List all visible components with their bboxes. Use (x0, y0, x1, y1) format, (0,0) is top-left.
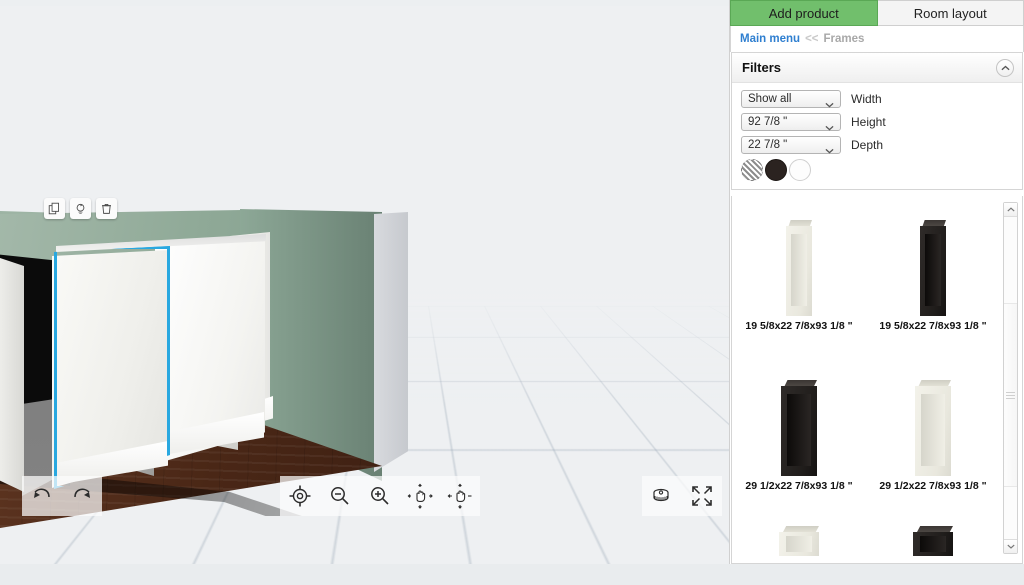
tab-add-product-label: Add product (769, 6, 839, 21)
product-label: 19 5/8x22 7/8x93 1/8 " (877, 320, 989, 333)
measure-tool-button[interactable] (642, 476, 682, 516)
width-select-value: Show all (742, 93, 791, 105)
navigation-toolbar-right (642, 476, 722, 516)
fullscreen-button[interactable] (682, 476, 722, 516)
chevron-down-icon (825, 141, 834, 159)
chevron-down-icon (825, 95, 834, 113)
hand-orbit-icon (447, 483, 473, 509)
frame-render-dark-wide (781, 380, 817, 476)
undo-arrow-icon (29, 483, 55, 509)
trash-icon (100, 202, 113, 215)
panel-tabs: Add product Room layout (730, 0, 1024, 26)
product-card-6[interactable] (866, 526, 1000, 564)
scroll-up-button[interactable] (1004, 203, 1017, 217)
width-filter-label: Width (851, 92, 882, 106)
scroll-down-button[interactable] (1004, 539, 1017, 553)
color-swatches (741, 159, 1013, 181)
height-select-value: 92 7/8 " (742, 116, 787, 128)
delete-object-button[interactable] (96, 198, 117, 219)
rotate-object-button[interactable] (70, 198, 91, 219)
recenter-view-button[interactable] (280, 476, 320, 516)
frame-render-white-short (779, 526, 819, 556)
filters-collapse-button[interactable] (996, 59, 1014, 77)
magnifier-plus-icon (367, 483, 393, 509)
wardrobe-frame-1-side (0, 256, 24, 492)
side-panel: Add product Room layout Main menu << Fra… (730, 0, 1024, 564)
chevron-up-icon (1001, 65, 1010, 71)
product-card-5[interactable] (732, 526, 866, 564)
duplicate-object-button[interactable] (44, 198, 65, 219)
filter-row-height: 92 7/8 " Height (741, 113, 1013, 131)
magnifier-minus-icon (327, 483, 353, 509)
chevron-down-icon (825, 118, 834, 136)
breadcrumb-current: Frames (824, 33, 865, 45)
product-thumbnail (913, 526, 953, 560)
filters-title: Filters (742, 60, 781, 75)
chevron-up-icon (1007, 207, 1015, 212)
product-card-1[interactable]: 19 5/8x22 7/8x93 1/8 " (732, 206, 866, 366)
white-swatch[interactable] (789, 159, 811, 181)
product-thumbnail (920, 206, 946, 316)
width-select[interactable]: Show all (741, 90, 841, 108)
product-grid-scrollbar[interactable] (1003, 202, 1018, 554)
frame-render-dark-narrow (920, 220, 946, 316)
crosshair-target-icon (287, 483, 313, 509)
product-thumbnail (781, 366, 817, 476)
depth-select[interactable]: 22 7/8 " (741, 136, 841, 154)
scrollbar-track[interactable] (1004, 217, 1017, 539)
dark-brown-swatch[interactable] (765, 159, 787, 181)
product-thumbnail (779, 526, 819, 560)
orbit-tool-button[interactable] (440, 476, 480, 516)
product-thumbnail (915, 366, 951, 476)
rotate-icon (74, 202, 87, 215)
redo-button[interactable] (62, 476, 102, 516)
tab-room-layout[interactable]: Room layout (878, 0, 1024, 26)
zoom-in-button[interactable] (360, 476, 400, 516)
height-select[interactable]: 92 7/8 " (741, 113, 841, 131)
frame-render-white-wide (915, 380, 951, 476)
scrollbar-grip-icon (1006, 390, 1015, 401)
expand-arrows-icon (689, 483, 715, 509)
measuring-tape-icon (649, 483, 675, 509)
product-label: 19 5/8x22 7/8x93 1/8 " (743, 320, 855, 333)
copy-icon (48, 202, 61, 215)
zoom-out-button[interactable] (320, 476, 360, 516)
height-filter-label: Height (851, 115, 886, 129)
product-label: 29 1/2x22 7/8x93 1/8 " (877, 480, 989, 493)
product-card-2[interactable]: 19 5/8x22 7/8x93 1/8 " (866, 206, 1000, 366)
3d-viewport[interactable] (0, 6, 730, 564)
pan-tool-button[interactable] (400, 476, 440, 516)
filter-row-width: Show all Width (741, 90, 1013, 108)
tab-room-layout-label: Room layout (914, 6, 987, 21)
undo-button[interactable] (22, 476, 62, 516)
product-card-4[interactable]: 29 1/2x22 7/8x93 1/8 " (866, 366, 1000, 526)
navigation-toolbar-left (22, 476, 480, 516)
bottom-status-strip (0, 564, 1024, 585)
object-action-toolbar (44, 198, 117, 219)
product-card-3[interactable]: 29 1/2x22 7/8x93 1/8 " (732, 366, 866, 526)
filters-panel: Filters Show all Width 92 7/8 " Height 2… (731, 52, 1023, 190)
hand-move-icon (407, 483, 433, 509)
breadcrumb-separator: << (805, 33, 818, 45)
chevron-down-icon (1007, 544, 1015, 549)
breadcrumb-main-menu-link[interactable]: Main menu (740, 33, 800, 45)
redo-arrow-icon (69, 483, 95, 509)
frame-render-white-narrow (786, 220, 812, 316)
product-label: 29 1/2x22 7/8x93 1/8 " (743, 480, 855, 493)
filter-row-depth: 22 7/8 " Depth (741, 136, 1013, 154)
depth-filter-label: Depth (851, 138, 883, 152)
product-grid[interactable]: 19 5/8x22 7/8x93 1/8 " 19 5/8x22 7/8x93 … (731, 196, 1023, 564)
depth-select-value: 22 7/8 " (742, 139, 787, 151)
product-thumbnail (786, 206, 812, 316)
product-grid-inner: 19 5/8x22 7/8x93 1/8 " 19 5/8x22 7/8x93 … (732, 196, 1000, 563)
filters-body: Show all Width 92 7/8 " Height 22 7/8 " … (732, 83, 1022, 189)
scrollbar-thumb[interactable] (1004, 303, 1017, 487)
filters-header: Filters (732, 53, 1022, 83)
breadcrumb: Main menu << Frames (730, 26, 1024, 52)
planner-app: Add product Room layout Main menu << Fra… (0, 0, 1024, 585)
room-wall-outer (374, 212, 408, 472)
frame-render-dark-short (913, 526, 953, 556)
tab-add-product[interactable]: Add product (730, 0, 878, 26)
all-colors-swatch[interactable] (741, 159, 763, 181)
